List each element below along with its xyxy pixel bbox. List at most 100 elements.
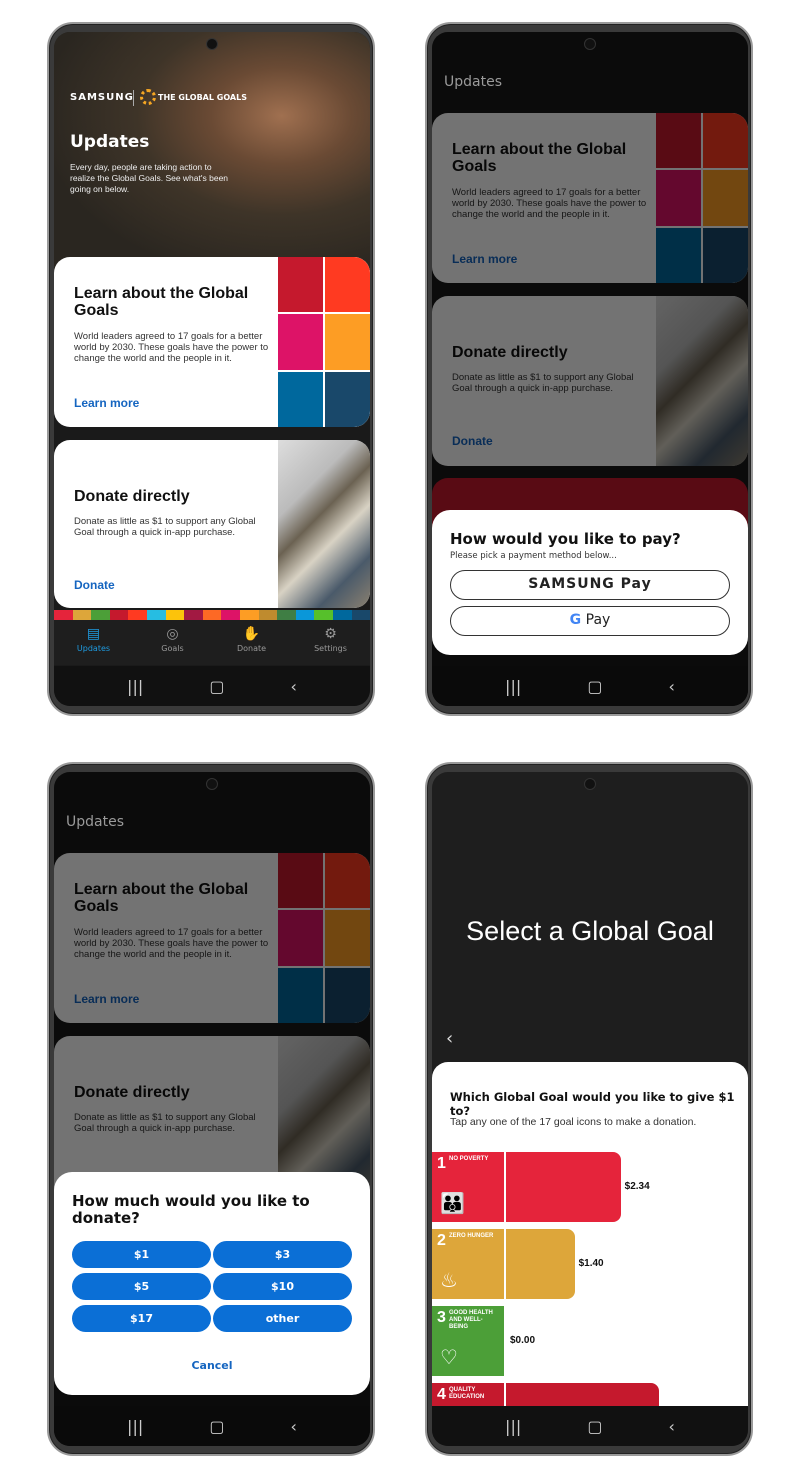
amount-3-button[interactable]: $3 (213, 1241, 352, 1268)
goals-wheel-icon: ◎ (166, 626, 179, 642)
back-icon[interactable]: ‹ (669, 677, 675, 696)
strip-segment (239, 610, 259, 620)
strip-segment (109, 610, 129, 620)
goal-value-label: $0.00 (510, 1335, 536, 1346)
system-nav: ||| ▢ ‹ (54, 1406, 370, 1446)
back-icon[interactable]: ‹ (669, 1417, 675, 1436)
home-icon[interactable]: ▢ (587, 677, 602, 696)
goal-name: GOOD HEALTH AND WELL-BEING (449, 1310, 493, 1330)
amount-5-button[interactable]: $5 (72, 1273, 211, 1300)
goal-tile[interactable]: 1 NO POVERTY 👪 (432, 1152, 504, 1222)
strip-segment (128, 610, 147, 620)
nav-updates[interactable]: ▤ Updates (54, 620, 133, 665)
page-title: Updates (70, 132, 150, 152)
goal-name: NO POVERTY (449, 1156, 489, 1162)
bowl-icon: ♨ (440, 1270, 458, 1292)
donate-card[interactable]: Donate directly Donate as little as $1 t… (54, 440, 370, 608)
goal-tile[interactable]: 4QUALITY EDUCATION▭ (432, 1383, 504, 1406)
strip-segment (351, 610, 370, 620)
divider (133, 90, 134, 106)
recents-icon[interactable]: ||| (505, 1417, 521, 1436)
home-icon[interactable]: ▢ (209, 1417, 224, 1436)
google-pay-button[interactable]: G Pay (450, 606, 730, 636)
back-icon[interactable]: ‹ (291, 677, 297, 696)
learn-more-link[interactable]: Learn more (74, 396, 139, 410)
home-icon[interactable]: ▢ (587, 1417, 602, 1436)
amount-other-button[interactable]: other (213, 1305, 352, 1332)
nav-goals[interactable]: ◎ Goals (133, 620, 212, 665)
phone-donate-amount: Learn about the Global Goals World leade… (47, 762, 375, 1456)
bottom-nav: ▤ Updates ◎ Goals ✋ Donate ⚙ Settings (54, 620, 370, 665)
page-title: Select a Global Goal (466, 916, 714, 946)
goal-number: 2 (437, 1232, 446, 1249)
page-description: Every day, people are taking action to r… (70, 162, 229, 194)
goal-number: 3 (437, 1309, 446, 1326)
header-title: Updates (66, 814, 124, 830)
money-image (278, 440, 370, 608)
cancel-button[interactable]: Cancel (54, 1359, 370, 1372)
sheet-title: How would you like to pay? (450, 530, 681, 548)
amount-10-button[interactable]: $10 (213, 1273, 352, 1300)
goal-tiles-image (278, 257, 370, 427)
goal-bar-fill (506, 1152, 621, 1222)
news-icon: ▤ (86, 626, 101, 642)
goal-name: ZERO HUNGER (449, 1233, 494, 1239)
phone-updates: SAMSUNG THE GLOBAL GOALS Updates Every d… (47, 22, 375, 716)
phone-pay-method: Learn about the Global Goals World leade… (425, 22, 753, 716)
system-nav: ||| ▢ ‹ (432, 666, 748, 706)
nav-donate[interactable]: ✋ Donate (212, 620, 291, 665)
amount-17-button[interactable]: $17 (72, 1305, 211, 1332)
camera (584, 778, 596, 790)
samsung-pay-button[interactable]: SAMSUNG Pay (450, 570, 730, 600)
payment-sheet: How would you like to pay? Please pick a… (432, 510, 748, 655)
question: Which Global Goal would you like to give… (450, 1090, 735, 1118)
strip-segment (258, 610, 278, 620)
strip-segment (221, 610, 240, 620)
gear-icon: ⚙ (324, 626, 337, 642)
back-icon[interactable]: ‹ (291, 1417, 297, 1436)
heartbeat-icon: ♡ (440, 1347, 458, 1369)
goal-tile[interactable]: 2 ZERO HUNGER ♨ (432, 1229, 504, 1299)
strip-segment (314, 610, 333, 620)
screen: Select a Global Goal ‹ Which Global Goal… (432, 772, 748, 1446)
learn-card[interactable]: Learn about the Global Goals World leade… (54, 257, 370, 427)
nav-settings[interactable]: ⚙ Settings (291, 620, 370, 665)
recents-icon[interactable]: ||| (127, 1417, 143, 1436)
header-title: Updates (444, 74, 502, 90)
recents-icon[interactable]: ||| (127, 677, 143, 696)
sdg-color-strip (54, 610, 370, 620)
strip-segment (332, 610, 352, 620)
goal-tile[interactable]: 3 GOOD HEALTH AND WELL-BEING ♡ (432, 1306, 504, 1376)
card-title: Learn about the Global Goals (74, 285, 249, 319)
strip-segment (277, 610, 296, 620)
home-icon[interactable]: ▢ (209, 677, 224, 696)
global-goals-wheel-icon (140, 89, 156, 105)
card-body: World leaders agreed to 17 goals for a b… (74, 331, 269, 364)
goal-bar-fill (506, 1383, 659, 1406)
goal-name: QUALITY EDUCATION (449, 1387, 485, 1400)
camera (584, 38, 596, 50)
camera (206, 38, 218, 50)
back-chevron-icon[interactable]: ‹ (446, 1028, 453, 1049)
instruction: Tap any one of the 17 goal icons to make… (450, 1116, 697, 1128)
screen: Learn about the Global Goals World leade… (432, 32, 748, 706)
strip-segment (184, 610, 203, 620)
samsung-logo: SAMSUNG (70, 92, 134, 103)
google-pay-label: Pay (585, 612, 611, 628)
camera (206, 778, 218, 790)
amount-1-button[interactable]: $1 (72, 1241, 211, 1268)
goal-number: 4 (437, 1386, 446, 1403)
global-goals-logo: THE GLOBAL GOALS (158, 93, 247, 102)
goal-panel: Which Global Goal would you like to give… (432, 1062, 748, 1406)
family-icon: 👪 (440, 1193, 465, 1215)
donate-link[interactable]: Donate (74, 578, 115, 592)
hero-photo (54, 32, 370, 272)
recents-icon[interactable]: ||| (505, 677, 521, 696)
card-title: Donate directly (74, 488, 190, 505)
goal-value-label: $1.40 (578, 1258, 604, 1269)
phone-select-goal: Select a Global Goal ‹ Which Global Goal… (425, 762, 753, 1456)
amount-sheet: How much would you like to donate? $1 $3… (54, 1172, 370, 1395)
sheet-subtitle: Please pick a payment method below... (450, 551, 617, 561)
screen: SAMSUNG THE GLOBAL GOALS Updates Every d… (54, 32, 370, 706)
strip-segment (54, 610, 73, 620)
